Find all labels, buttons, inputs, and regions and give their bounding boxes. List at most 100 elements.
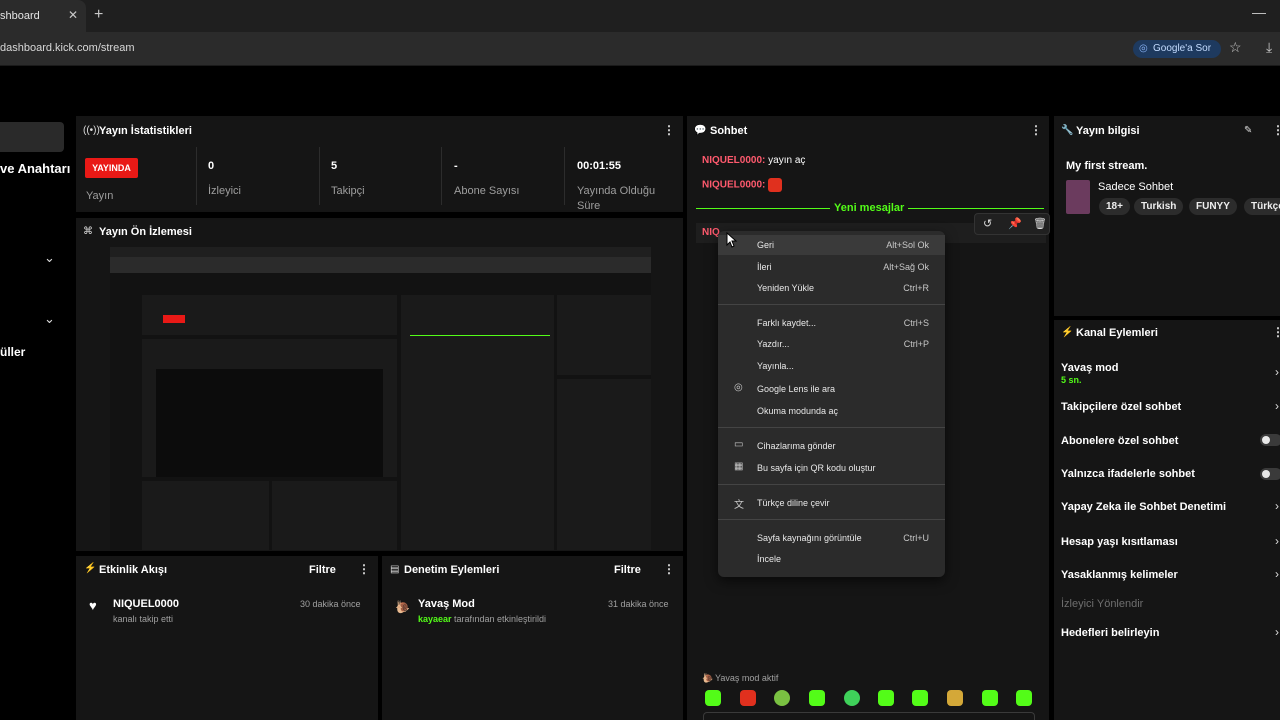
preview-newmsg-line: [410, 335, 550, 336]
ctx-view-source[interactable]: Sayfa kaynağını görüntüle: [757, 533, 862, 543]
bookmark-star-icon[interactable]: ☆: [1229, 39, 1242, 56]
tag[interactable]: 18+: [1099, 198, 1130, 215]
chevron-right-icon[interactable]: ›: [1275, 567, 1279, 581]
ctx-reload[interactable]: Yeniden Yükle: [757, 283, 814, 293]
set-goals-label[interactable]: Hedefleri belirleyin: [1061, 627, 1159, 639]
time-value: 00:01:55: [577, 160, 622, 172]
preview-activity: [142, 481, 269, 550]
chat-input[interactable]: [703, 712, 1035, 720]
qr-code-icon: ▦: [734, 461, 744, 472]
ctx-print[interactable]: Yazdır...: [757, 339, 789, 349]
chevron-down-icon[interactable]: ⌄: [44, 311, 55, 327]
more-options-icon[interactable]: ⋮: [1030, 123, 1042, 137]
new-tab-icon[interactable]: +: [94, 6, 103, 24]
tag[interactable]: Türkçe: [1244, 198, 1280, 215]
more-options-icon[interactable]: ⋮: [1272, 123, 1280, 137]
slow-mode-label[interactable]: Yavaş mod: [1061, 362, 1118, 374]
browser-tab[interactable]: shboard ✕: [0, 0, 86, 32]
nav-item-keys[interactable]: ve Anahtarı: [0, 161, 70, 176]
more-options-icon[interactable]: ⋮: [1272, 325, 1280, 339]
ctx-google-lens[interactable]: Google Lens ile ara: [757, 384, 835, 394]
ai-moderation-label[interactable]: Yapay Zeka ile Sohbet Denetimi: [1061, 501, 1226, 513]
tag[interactable]: FUNYY: [1189, 198, 1237, 215]
translate-icon: 文: [734, 500, 744, 511]
address-bar[interactable]: dashboard.kick.com/stream ◎ Google'a Sor…: [0, 32, 1280, 66]
chevron-right-icon[interactable]: ›: [1275, 365, 1279, 379]
emote-icon[interactable]: [982, 690, 998, 706]
emote-icon[interactable]: [774, 690, 790, 706]
chat-message: NIQUEL0000: yayın aç: [702, 155, 806, 166]
undo-icon[interactable]: ↺: [983, 217, 992, 230]
moderation-actor[interactable]: kayaear: [418, 614, 452, 624]
ctx-qr-code[interactable]: Bu sayfa için QR kodu oluştur: [757, 463, 876, 473]
divider: [718, 304, 945, 305]
emote-icon[interactable]: [809, 690, 825, 706]
divider: [908, 208, 1044, 209]
minimize-icon[interactable]: —: [1252, 4, 1266, 20]
ctx-reading-mode[interactable]: Okuma modunda aç: [757, 406, 838, 416]
followers-label: Takipçi: [331, 185, 365, 197]
trash-icon[interactable]: 🗑: [1033, 217, 1047, 230]
ctx-inspect[interactable]: İncele: [757, 554, 781, 564]
snail-icon: 🐌: [395, 600, 410, 614]
live-badge: YAYINDA: [85, 158, 138, 178]
nav-item-uller[interactable]: üller: [0, 345, 25, 359]
stream-category[interactable]: Sadece Sohbet: [1098, 181, 1173, 193]
chat-username[interactable]: NIQUEL0000: [702, 155, 762, 166]
activity-filter-button[interactable]: Filtre: [309, 564, 336, 576]
more-options-icon[interactable]: ⋮: [358, 562, 370, 576]
ctx-translate[interactable]: Türkçe diline çevir: [757, 498, 830, 508]
pencil-icon[interactable]: ✎: [1244, 125, 1252, 136]
more-options-icon[interactable]: ⋮: [663, 123, 675, 137]
download-icon[interactable]: ⤓: [1266, 39, 1272, 56]
subs-only-toggle[interactable]: [1260, 434, 1280, 446]
emotes-only-toggle[interactable]: [1260, 468, 1280, 480]
emote-icon[interactable]: [740, 690, 756, 706]
ctx-save-as[interactable]: Farklı kaydet...: [757, 318, 816, 328]
chevron-right-icon[interactable]: ›: [1275, 534, 1279, 548]
banned-words-label[interactable]: Yasaklanmış kelimeler: [1061, 569, 1178, 581]
ctx-forward[interactable]: İleri: [757, 262, 772, 272]
activity-time: 30 dakika önce: [300, 599, 361, 609]
emote-icon[interactable]: [1016, 690, 1032, 706]
nav-item-active[interactable]: [0, 122, 64, 152]
ctx-view-source-shortcut: Ctrl+U: [903, 533, 929, 543]
chat-text: yayın aç: [765, 155, 806, 166]
moderation-panel: [382, 556, 683, 720]
tag[interactable]: Turkish: [1134, 198, 1184, 215]
account-age-label[interactable]: Hesap yaşı kısıtlaması: [1061, 536, 1178, 548]
moderation-filter-button[interactable]: Filtre: [614, 564, 641, 576]
emote-icon[interactable]: [947, 690, 963, 706]
pin-icon[interactable]: 📌: [1008, 217, 1022, 230]
chevron-right-icon[interactable]: ›: [1275, 399, 1279, 413]
viewers-label: İzleyici: [208, 185, 242, 197]
emote-icon[interactable]: [705, 690, 721, 706]
chevron-right-icon[interactable]: ›: [1275, 499, 1279, 513]
url-text[interactable]: dashboard.kick.com/stream: [0, 42, 135, 54]
more-options-icon[interactable]: ⋮: [663, 562, 675, 576]
emotes-only-label: Yalnızca ifadelerle sohbet: [1061, 468, 1195, 480]
subs-only-label: Abonelere özel sohbet: [1061, 435, 1179, 447]
chevron-right-icon[interactable]: ›: [1275, 625, 1279, 639]
ctx-send-devices[interactable]: Cihazlarıma gönder: [757, 441, 836, 451]
activity-panel: [76, 556, 378, 720]
ctx-back[interactable]: Geri: [757, 240, 774, 250]
close-icon[interactable]: ✕: [68, 8, 78, 22]
chat-username[interactable]: NIQUEL0000: [702, 180, 762, 191]
emote-icon[interactable]: [912, 690, 928, 706]
activity-user[interactable]: NIQUEL0000: [113, 598, 179, 610]
emote-icon[interactable]: [844, 690, 860, 706]
followers-only-label[interactable]: Takipçilere özel sohbet: [1061, 401, 1181, 413]
ctx-cast[interactable]: Yayınla...: [757, 361, 794, 371]
google-ask-button[interactable]: ◎ Google'a Sor: [1133, 40, 1221, 58]
preview-chat: [401, 295, 554, 550]
divider: [564, 147, 565, 205]
emote-icon[interactable]: [878, 690, 894, 706]
preview-info: [557, 295, 651, 375]
preview-addressbar: [110, 257, 651, 273]
ctx-reload-shortcut: Ctrl+R: [903, 283, 929, 293]
stream-preview-video[interactable]: [110, 247, 651, 550]
chevron-down-icon[interactable]: ⌄: [44, 250, 55, 266]
category-thumbnail[interactable]: [1066, 180, 1090, 214]
preview-icon: ⌘: [83, 226, 93, 237]
